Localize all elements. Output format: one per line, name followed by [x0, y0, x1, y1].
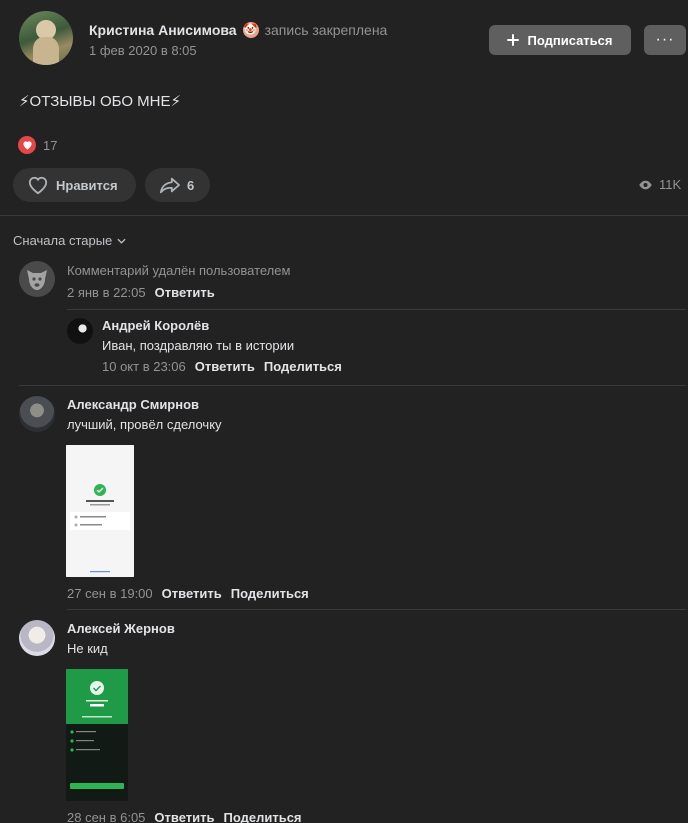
post-author-row: Кристина Анисимова 🤡 запись закреплена — [89, 22, 387, 38]
post-author-avatar[interactable] — [19, 11, 73, 65]
alexander-avatar[interactable] — [19, 396, 55, 432]
andrey-avatar[interactable] — [67, 318, 93, 344]
comment-date[interactable]: 27 сен в 19:00 — [67, 586, 153, 601]
transfer-screenshot-image — [66, 669, 128, 801]
reply-button[interactable]: Ответить — [154, 810, 214, 823]
comment-meta: 2 янв в 22:05 Ответить — [67, 285, 215, 300]
comment-divider — [67, 609, 686, 610]
pinned-label: запись закреплена — [264, 22, 388, 38]
subscribe-button[interactable]: Подписаться — [489, 25, 631, 55]
heart-outline-icon — [28, 176, 48, 195]
share-arrow-icon — [160, 177, 180, 194]
like-button[interactable]: Нравится — [13, 168, 136, 202]
comment-image-thumbnail[interactable] — [66, 445, 134, 577]
comment-image-thumbnail[interactable] — [66, 669, 128, 801]
comment-text: лучший, провёл сделочку — [67, 417, 222, 432]
share-count: 6 — [187, 177, 195, 193]
comment-meta: 27 сен в 19:00 Ответить Поделиться — [67, 586, 309, 601]
sort-dropdown[interactable]: Сначала старые — [13, 233, 126, 248]
deleted-user-avatar — [19, 261, 55, 297]
comment-date[interactable]: 28 сен в 6:05 — [67, 810, 145, 823]
post-text: ⚡ОТЗЫВЫ ОБО МНЕ⚡ — [19, 93, 182, 110]
clown-emoji-icon: 🤡 — [242, 22, 259, 38]
post-divider — [0, 215, 688, 216]
share-button[interactable]: 6 — [145, 168, 210, 202]
heart-reaction-icon — [18, 136, 36, 154]
post-author-name[interactable]: Кристина Анисимова — [89, 22, 237, 38]
comment-author[interactable]: Андрей Королёв — [102, 318, 209, 333]
reply-button[interactable]: Ответить — [162, 586, 222, 601]
comment-author[interactable]: Алексей Жернов — [67, 621, 175, 636]
comment-meta: 28 сен в 6:05 Ответить Поделиться — [67, 810, 302, 823]
comment-text: Иван, поздравляю ты в истории — [102, 338, 295, 353]
plus-icon — [507, 34, 520, 46]
comment-date[interactable]: 2 янв в 22:05 — [67, 285, 146, 300]
reactions-summary[interactable]: 17 — [18, 136, 57, 154]
subscribe-label: Подписаться — [527, 32, 613, 48]
share-comment-button[interactable]: Поделиться — [264, 359, 342, 374]
reply-button[interactable]: Ответить — [195, 359, 255, 374]
reply-button[interactable]: Ответить — [155, 285, 215, 300]
chevron-down-icon — [117, 238, 126, 244]
share-comment-button[interactable]: Поделиться — [231, 586, 309, 601]
comment-divider — [19, 385, 686, 386]
share-comment-button[interactable]: Поделиться — [224, 810, 302, 823]
alexey-avatar[interactable] — [19, 620, 55, 656]
eye-icon — [639, 180, 652, 189]
views-counter: 11K — [638, 177, 681, 192]
post-date[interactable]: 1 фев 2020 в 8:05 — [89, 43, 197, 58]
dog-icon — [27, 270, 47, 290]
comment-text: Не кид — [67, 641, 108, 656]
views-count: 11K — [659, 177, 682, 192]
more-options-button[interactable]: ··· — [644, 25, 686, 55]
comment-author[interactable]: Александр Смирнов — [67, 397, 199, 412]
reaction-count: 17 — [43, 137, 58, 153]
like-label: Нравится — [56, 177, 118, 193]
comment-meta: 10 окт в 23:06 Ответить Поделиться — [102, 359, 342, 374]
sort-label: Сначала старые — [13, 233, 113, 248]
deleted-comment-text: Комментарий удалён пользователем — [67, 263, 291, 278]
payment-screenshot-image — [66, 445, 134, 577]
comment-date[interactable]: 10 окт в 23:06 — [102, 359, 186, 374]
comment-divider — [67, 309, 686, 310]
